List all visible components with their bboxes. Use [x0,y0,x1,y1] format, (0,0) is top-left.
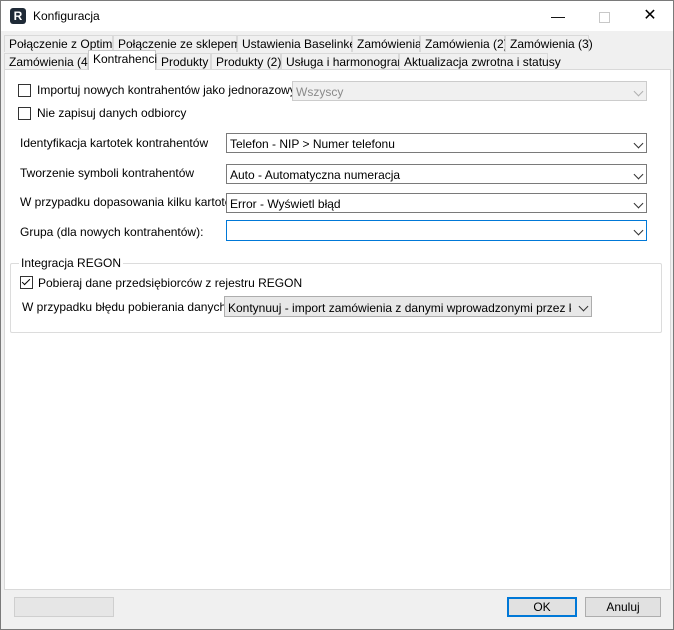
app-logo-icon: R [10,8,26,24]
ok-button[interactable]: OK [507,597,577,617]
minimize-icon: — [551,8,565,24]
window-title: Konfiguracja [33,9,100,23]
import-one-time-select[interactable]: Wszyscy [292,81,647,101]
multi-match-select[interactable]: Error - Wyświetl błąd [226,193,647,213]
symbol-creation-label: Tworzenie symboli kontrahentów [20,166,195,180]
maximize-icon [598,11,610,23]
tab-usluga-harmonogram[interactable]: Usługa i harmonogram [281,53,407,70]
regon-on-error-select-value: Kontynuuj - import zamówienia z danymi w… [228,301,571,315]
symbol-creation-select[interactable]: Auto - Automatyczna numeracja [226,164,647,184]
no-save-recipient-checkbox[interactable] [18,107,31,120]
close-button[interactable]: ✕ [627,1,673,31]
configuration-window: R Konfiguracja — ✕ Połączenie z Optima P… [0,0,674,630]
tab-zamowienia[interactable]: Zamówienia [352,35,422,52]
chevron-down-icon [633,225,644,236]
identification-label: Identyfikacja kartotek kontrahentów [20,136,209,150]
cancel-button[interactable]: Anuluj [585,597,661,617]
chevron-down-icon [633,169,644,180]
footer-left-button[interactable] [14,597,114,617]
regon-on-error-label: W przypadku błędu pobierania danych: [22,300,230,314]
import-one-time-select-value: Wszyscy [296,85,344,99]
group-select[interactable] [226,220,647,241]
title-bar: R Konfiguracja — ✕ [1,1,673,31]
tab-aktualizacja-zwrotna[interactable]: Aktualizacja zwrotna i statusy [399,53,561,70]
no-save-recipient-label: Nie zapisuj danych odbiorcy [37,106,187,120]
close-icon: ✕ [643,7,657,24]
tab-ustawienia-baselinker[interactable]: Ustawienia Baselinker [237,35,360,52]
identification-select-value: Telefon - NIP > Numer telefonu [230,137,395,151]
import-one-time-checkbox[interactable] [18,84,31,97]
regon-groupbox-title: Integracja REGON [19,256,124,270]
group-label: Grupa (dla nowych kontrahentów): [20,225,204,239]
tab-kontrahenci[interactable]: Kontrahenci [88,50,157,70]
regon-on-error-select[interactable]: Kontynuuj - import zamówienia z danymi w… [224,296,592,317]
import-one-time-label: Importuj nowych kontrahentów jako jednor… [37,83,309,97]
tab-zamowienia-3[interactable]: Zamówienia (3) [505,35,593,52]
chevron-down-icon [633,86,644,97]
identification-select[interactable]: Telefon - NIP > Numer telefonu [226,133,647,153]
tab-produkty[interactable]: Produkty [156,53,211,70]
tab-zamowienia-4[interactable]: Zamówienia (4) [4,53,92,70]
regon-fetch-checkbox[interactable] [20,276,33,289]
chevron-down-icon [633,138,644,149]
regon-fetch-label: Pobieraj dane przedsiębiorców z rejestru… [38,276,303,290]
tab-zamowienia-2[interactable]: Zamówienia (2) [420,35,508,52]
maximize-button[interactable] [581,1,627,31]
minimize-button[interactable]: — [535,1,581,31]
multi-match-label: W przypadku dopasowania kilku kartotek [20,195,238,209]
chevron-down-icon [578,301,589,312]
symbol-creation-select-value: Auto - Automatyczna numeracja [230,168,401,182]
tab-produkty-2[interactable]: Produkty (2) [211,53,281,70]
chevron-down-icon [633,198,644,209]
multi-match-select-value: Error - Wyświetl błąd [230,197,341,211]
